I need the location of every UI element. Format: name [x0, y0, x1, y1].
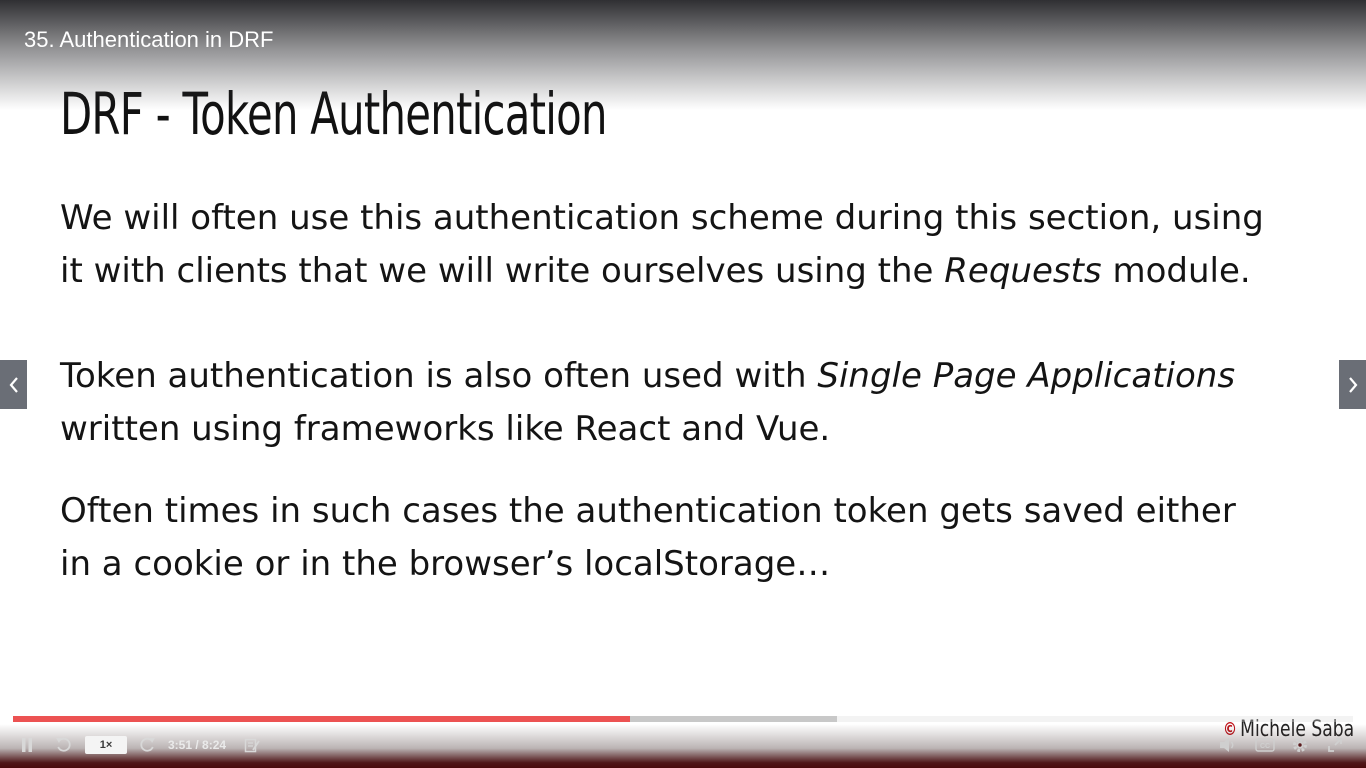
paragraph-2-line-2: written using frameworks like React and … — [60, 409, 831, 449]
fullscreen-button[interactable] — [1326, 736, 1344, 754]
paragraph-3-line-1: Often times in such cases the authentica… — [60, 491, 1236, 531]
captions-button[interactable]: CC — [1254, 736, 1276, 754]
paragraph-1-line-2-text: it with clients that we will write ourse… — [60, 251, 945, 291]
previous-slide-button[interactable] — [0, 360, 27, 409]
volume-button[interactable] — [1217, 736, 1239, 754]
time-display: 3:51 / 8:24 — [168, 738, 227, 752]
fullscreen-icon — [1328, 738, 1342, 752]
playback-speed-button[interactable]: 1× — [85, 736, 127, 754]
notes-icon — [244, 738, 260, 753]
top-gradient — [0, 0, 1366, 110]
played-progress — [13, 716, 630, 722]
paragraph-3-line-2: in a cookie or in the browser’s localSto… — [60, 544, 831, 584]
paragraph-1-line-2: it with clients that we will write ourse… — [60, 245, 1320, 298]
rewind-icon — [56, 737, 71, 752]
cc-icon: CC — [1255, 738, 1275, 752]
requests-emphasis: Requests — [944, 251, 1102, 291]
rewind-button[interactable] — [54, 736, 74, 754]
slide-paragraph-2: Token authentication is also often used … — [60, 350, 1320, 456]
pause-button[interactable] — [18, 736, 36, 754]
video-title: 35. Authentication in DRF — [24, 27, 274, 52]
video-player: 35. Authentication in DRF DRF - Token Au… — [0, 0, 1366, 768]
forward-button[interactable] — [137, 736, 157, 754]
gear-icon — [1293, 738, 1307, 752]
paragraph-1-line-2-end: module. — [1101, 251, 1251, 291]
pause-icon — [22, 738, 32, 752]
forward-icon — [140, 737, 155, 752]
paragraph-1-line-1: We will often use this authentication sc… — [60, 198, 1264, 238]
svg-text:CC: CC — [1260, 743, 1270, 750]
paragraph-2-line-1-text: Token authentication is also often used … — [60, 356, 818, 396]
paragraph-2-line-1: Token authentication is also often used … — [60, 350, 1320, 403]
chevron-left-icon — [9, 376, 18, 393]
spa-emphasis: Single Page Applications — [817, 356, 1236, 396]
add-note-button[interactable] — [243, 736, 261, 754]
slide-paragraph-3: Often times in such cases the authentica… — [60, 485, 1320, 591]
slide-paragraph-1: We will often use this authentication sc… — [60, 192, 1320, 298]
settings-button[interactable] — [1290, 736, 1310, 754]
chevron-right-icon — [1348, 376, 1357, 393]
next-slide-button[interactable] — [1339, 360, 1366, 409]
volume-icon — [1220, 738, 1234, 752]
progress-bar[interactable] — [13, 716, 1353, 722]
